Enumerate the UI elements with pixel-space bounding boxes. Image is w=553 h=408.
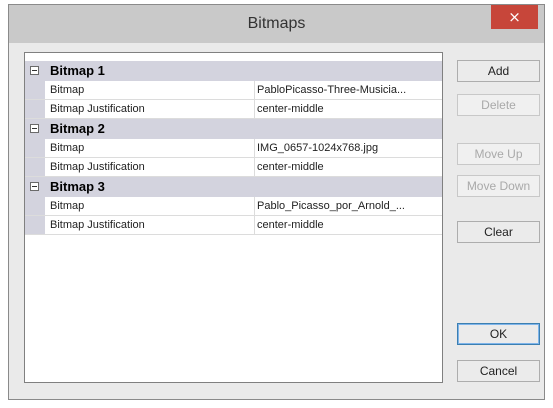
category-title: Bitmap 3 [50, 179, 105, 194]
close-icon[interactable]: × [491, 5, 538, 29]
move-down-button[interactable]: Move Down [457, 175, 540, 197]
property-name: Bitmap Justification [50, 103, 145, 115]
column-separator [254, 81, 255, 99]
row-gutter [25, 100, 45, 118]
category-bitmap-1[interactable]: Bitmap 1 [25, 61, 442, 81]
row-gutter [25, 81, 45, 99]
category-title: Bitmap 1 [50, 63, 105, 78]
property-name: Bitmap [50, 84, 85, 96]
column-separator [254, 197, 255, 215]
column-separator [254, 158, 255, 176]
property-value[interactable]: center-middle [257, 158, 447, 176]
row-gutter [25, 216, 45, 234]
move-up-button[interactable]: Move Up [457, 143, 540, 165]
row-gutter [25, 139, 45, 157]
property-row[interactable]: Bitmap IMG_0657-1024x768.jpg [25, 139, 442, 158]
property-row[interactable]: Bitmap PabloPicasso-Three-Musicia... [25, 81, 442, 100]
category-title: Bitmap 2 [50, 121, 105, 136]
column-separator [254, 100, 255, 118]
property-name: Bitmap [50, 200, 85, 212]
column-separator [254, 139, 255, 157]
collapse-icon[interactable] [30, 66, 39, 75]
property-row[interactable]: Bitmap Justification center-middle [25, 100, 442, 119]
property-name: Bitmap [50, 142, 85, 154]
collapse-icon[interactable] [30, 182, 39, 191]
property-name: Bitmap Justification [50, 219, 145, 231]
property-row[interactable]: Bitmap Pablo_Picasso_por_Arnold_... [25, 197, 442, 216]
property-grid: Bitmap 1 Bitmap PabloPicasso-Three-Music… [24, 52, 443, 383]
dialog-title: Bitmaps [247, 15, 306, 32]
property-row[interactable]: Bitmap Justification center-middle [25, 158, 442, 177]
ok-button[interactable]: OK [457, 323, 540, 345]
property-value[interactable]: PabloPicasso-Three-Musicia... [257, 81, 447, 99]
title-bar[interactable]: Bitmaps × [9, 5, 544, 43]
row-gutter [25, 158, 45, 176]
category-bitmap-3[interactable]: Bitmap 3 [25, 177, 442, 197]
property-row[interactable]: Bitmap Justification center-middle [25, 216, 442, 235]
column-separator [254, 216, 255, 234]
property-value[interactable]: Pablo_Picasso_por_Arnold_... [257, 197, 447, 215]
category-bitmap-2[interactable]: Bitmap 2 [25, 119, 442, 139]
bitmaps-dialog: Bitmaps × Bitmap 1 Bitmap PabloPicasso-T… [8, 4, 545, 400]
property-value[interactable]: center-middle [257, 100, 447, 118]
property-value[interactable]: IMG_0657-1024x768.jpg [257, 139, 447, 157]
collapse-icon[interactable] [30, 124, 39, 133]
cancel-button[interactable]: Cancel [457, 360, 540, 382]
delete-button[interactable]: Delete [457, 94, 540, 116]
property-name: Bitmap Justification [50, 161, 145, 173]
clear-button[interactable]: Clear [457, 221, 540, 243]
property-value[interactable]: center-middle [257, 216, 447, 234]
add-button[interactable]: Add [457, 60, 540, 82]
row-gutter [25, 197, 45, 215]
